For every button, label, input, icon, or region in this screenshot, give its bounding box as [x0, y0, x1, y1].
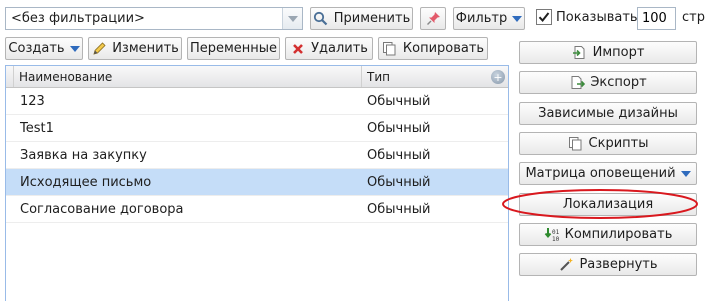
compile-button-label: Компилировать [564, 227, 673, 242]
column-header-type[interactable]: Тип [367, 70, 390, 84]
export-button-label: Экспорт [590, 75, 647, 90]
copy-button-label: Копировать [402, 41, 485, 56]
filter-button-label: Фильтр [455, 11, 508, 26]
deploy-button-label: Развернуть [579, 257, 658, 272]
show-toggle[interactable]: Показывать [536, 9, 638, 25]
row-name: 123 [20, 94, 45, 109]
notification-matrix-button[interactable]: Матрица оповещений [519, 162, 697, 185]
magic-wand-icon [558, 257, 574, 273]
column-divider[interactable] [361, 66, 362, 87]
apply-button[interactable]: Применить [310, 7, 413, 30]
row-type: Обычный [367, 202, 431, 217]
chevron-down-icon [512, 15, 523, 22]
notification-matrix-label: Матрица оповещений [525, 166, 676, 181]
svg-text:10: 10 [552, 236, 560, 243]
delete-icon [290, 41, 306, 57]
row-name: Согласование договора [20, 202, 184, 217]
row-type: Обычный [367, 148, 431, 163]
row-name: Исходящее письмо [20, 175, 152, 190]
highlight-ellipse [502, 189, 698, 219]
dependent-designs-label: Зависимые дизайны [538, 106, 678, 121]
import-button[interactable]: Импорт [519, 41, 697, 64]
edit-button[interactable]: Изменить [88, 37, 182, 60]
table-row[interactable]: Согласование договора Обычный [6, 196, 508, 223]
table-row[interactable]: Test1 Обычный [6, 115, 508, 142]
delete-button-label: Удалить [311, 41, 368, 56]
chevron-down-icon [69, 45, 80, 52]
pin-button[interactable] [420, 7, 446, 30]
delete-button[interactable]: Удалить [285, 37, 373, 60]
table-row[interactable]: Заявка на закупку Обычный [6, 142, 508, 169]
copy-icon [382, 41, 398, 57]
filter-select-value: <без фильтрации> [11, 11, 145, 26]
scripts-button-label: Скрипты [588, 136, 649, 151]
page-size-input[interactable] [637, 7, 676, 30]
table-row-selected[interactable]: Исходящее письмо Обычный [6, 169, 508, 196]
grid-header: Наименование Тип + [6, 66, 508, 88]
scripts-icon [568, 136, 584, 152]
show-checkbox[interactable] [536, 9, 552, 25]
show-label: Показывать [556, 9, 638, 25]
variables-button-label: Переменные [189, 41, 278, 56]
import-icon [572, 45, 588, 61]
chevron-down-icon [680, 170, 691, 177]
row-name: Test1 [20, 121, 54, 136]
import-button-label: Импорт [592, 45, 645, 60]
pencil-icon [91, 41, 107, 57]
export-icon [569, 75, 585, 91]
variables-button[interactable]: Переменные [187, 37, 280, 60]
create-button[interactable]: Создать [5, 37, 83, 60]
table-row[interactable]: 123 Обычный [6, 88, 508, 115]
scripts-button[interactable]: Скрипты [519, 132, 697, 155]
designs-grid: Наименование Тип + 123 Обычный Test1 Обы… [5, 65, 509, 301]
row-number-column [6, 66, 14, 87]
row-type: Обычный [367, 94, 431, 109]
row-type: Обычный [367, 121, 431, 136]
search-icon [313, 11, 329, 27]
compile-button[interactable]: 01 10 Компилировать [519, 223, 697, 246]
filter-select[interactable]: <без фильтрации> [5, 7, 303, 30]
svg-text:01: 01 [552, 229, 560, 236]
check-icon [538, 12, 550, 23]
row-name: Заявка на закупку [20, 148, 147, 163]
apply-button-label: Применить [333, 11, 411, 26]
column-header-name[interactable]: Наименование [19, 70, 112, 84]
dependent-designs-button[interactable]: Зависимые дизайны [519, 102, 697, 125]
compile-icon: 01 10 [544, 227, 560, 243]
export-button[interactable]: Экспорт [519, 71, 697, 94]
filter-button[interactable]: Фильтр [453, 7, 525, 30]
deploy-button[interactable]: Развернуть [519, 253, 697, 276]
edit-button-label: Изменить [112, 41, 179, 56]
row-type: Обычный [367, 175, 431, 190]
copy-button[interactable]: Копировать [378, 37, 488, 60]
filter-dropdown-arrow[interactable] [282, 8, 302, 29]
pin-icon [425, 11, 441, 27]
column-menu-icon[interactable]: + [491, 70, 505, 84]
create-button-label: Создать [8, 41, 65, 56]
per-page-label: стр [682, 10, 705, 25]
